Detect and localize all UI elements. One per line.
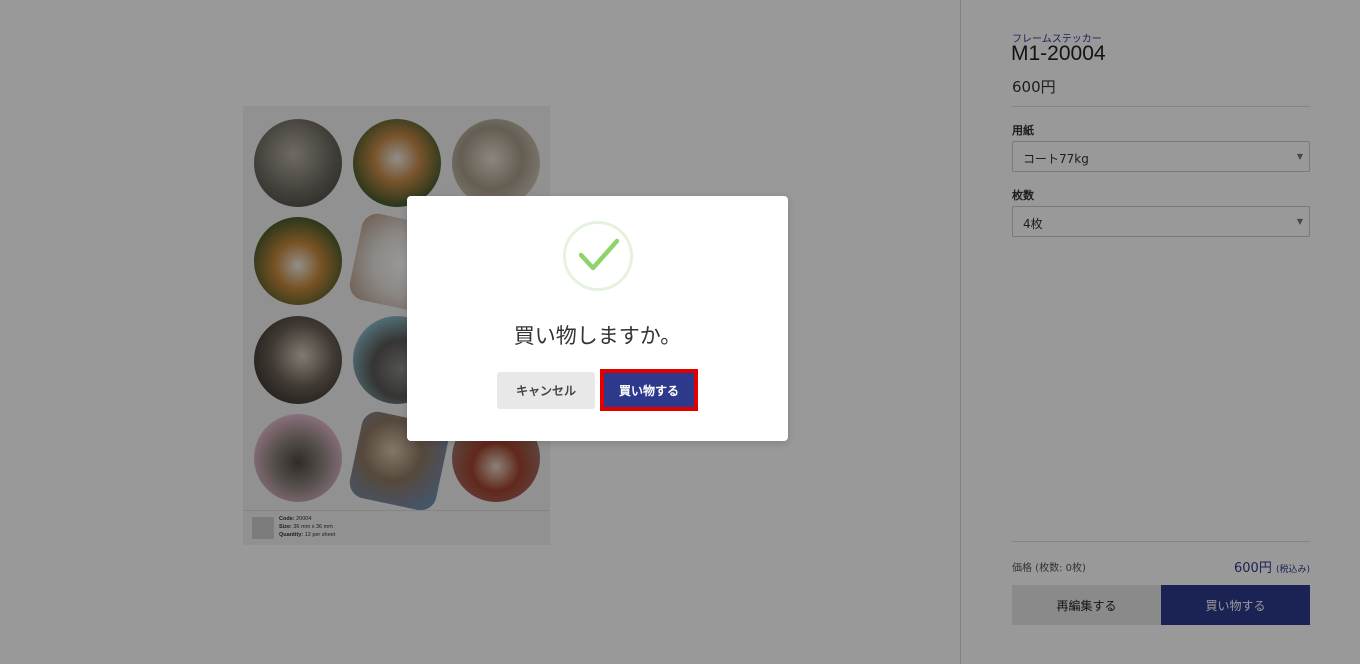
cancel-button[interactable]: キャンセル [497,372,595,409]
dialog-title: 買い物しますか。 [513,324,682,348]
confirm-buy-button[interactable]: 買い物する [600,369,698,411]
check-icon [563,221,633,291]
confirm-dialog: 買い物しますか。 キャンセル 買い物する [407,196,788,441]
